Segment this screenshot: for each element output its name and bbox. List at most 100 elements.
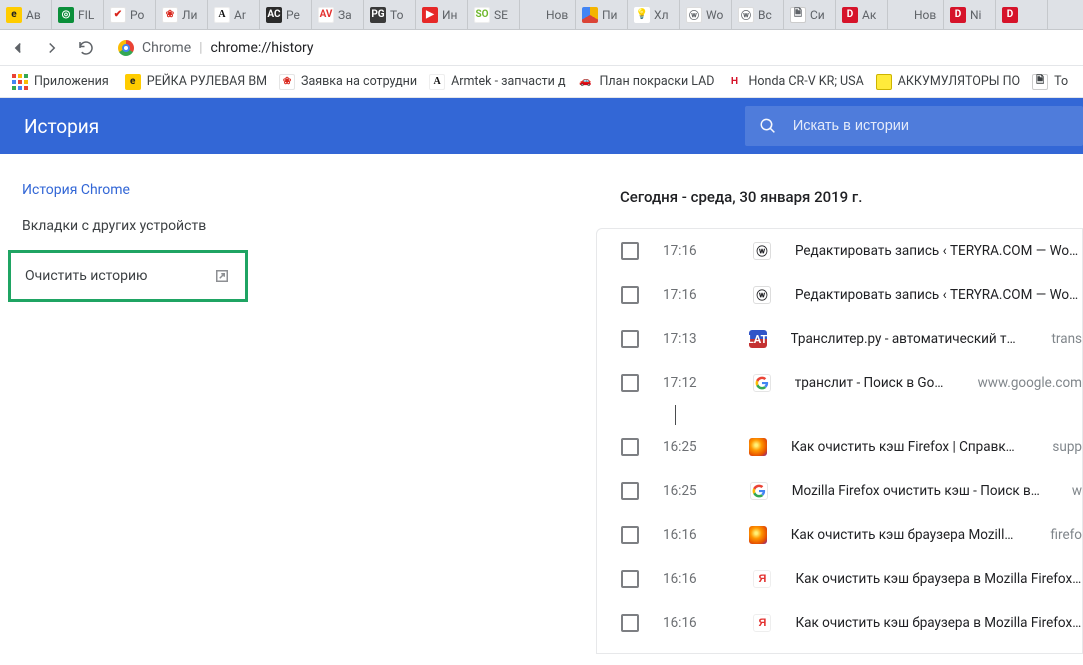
history-row[interactable]: 16:16ЯКак очистить кэш браузера в Mozill… [597,557,1082,601]
browser-tab[interactable]: ✔Ро [104,0,156,29]
bookmarks-bar: Приложения eРЕЙКА РУЛЕВАЯ BM❀Заявка на с… [0,66,1083,98]
row-title: Как очистить кэш браузера в Mozilla Fire… [795,571,1082,587]
tab-title: Пи [602,8,618,22]
browser-tab[interactable]: ❀Ли [156,0,208,29]
browser-tab[interactable]: 🗎Си [784,0,836,29]
tab-favicon: ⓦ [686,7,702,23]
bookmark-item[interactable]: АККУМУЛЯТОРЫ ПО [870,74,1026,90]
forward-button[interactable] [40,36,64,60]
tab-title: FIL [78,8,94,22]
row-checkbox[interactable] [621,614,639,632]
address-path: chrome://history [211,40,314,56]
row-favicon: Я [753,614,771,632]
history-list: 17:16 ⓦ Редактировать запись ‹ TERYRA.COM … [596,228,1083,654]
bookmark-item[interactable]: ❀Заявка на сотрудни [273,74,423,90]
browser-tab[interactable]: 💡Хл [628,0,680,29]
address-separator: | [199,40,202,56]
bookmark-favicon: 🗎 [1032,74,1048,90]
row-checkbox[interactable] [621,242,639,260]
row-time: 16:16 [663,527,725,543]
browser-tab[interactable]: Новая [888,0,944,29]
browser-tab[interactable]: DNi [944,0,996,29]
arrow-right-icon [43,39,61,57]
row-checkbox[interactable] [621,570,639,588]
history-row[interactable]: 16:16ЯКак очистить кэш браузера в Mozill… [597,601,1082,645]
row-checkbox[interactable] [621,374,639,392]
back-button[interactable] [6,36,30,60]
browser-tab[interactable]: ◎ FIL [52,0,104,29]
arrow-left-icon [9,39,27,57]
history-row[interactable]: 17:16ⓦРедактировать запись ‹ TERYRA.COM … [597,273,1082,317]
bookmark-label: План покраски LAD [600,74,715,89]
date-heading: Сегодня - среда, 30 января 2019 г. [596,188,1083,228]
reload-button[interactable] [74,36,98,60]
row-time: 17:16 [663,243,729,259]
row-favicon [750,482,768,500]
row-favicon: ⓦ [753,286,771,304]
bookmark-item[interactable]: H Honda CR-V KR; USA [721,74,870,90]
browser-tab[interactable]: DАк [836,0,888,29]
browser-tab[interactable]: Новая [520,0,576,29]
history-search[interactable] [745,106,1083,146]
row-title: Как очистить кэш браузера в Mozilla Fire… [795,615,1082,631]
row-checkbox[interactable] [621,286,639,304]
row-domain: w [1072,483,1082,499]
bookmark-favicon: A [429,74,445,90]
browser-tab[interactable]: AAr [208,0,260,29]
bookmark-favicon: H [727,74,743,90]
address-bar[interactable]: Chrome | chrome://history [108,34,1077,62]
row-title: Mozilla Firefox очистить кэш - Поиск в G… [792,483,1040,499]
sidebar-item-clear-history[interactable]: Очистить историю [8,250,248,302]
tab-favicon: ◎ [58,7,74,23]
sidebar-item-other-devices[interactable]: Вкладки с других устройств [0,208,256,244]
history-row[interactable]: 16:25Mozilla Firefox очистить кэш - Поис… [597,469,1082,513]
bookmark-favicon: e [125,74,141,90]
row-title: Редактировать запись ‹ TERYRA.COM — Word… [795,243,1082,259]
browser-tab[interactable]: AVЗа [312,0,364,29]
tab-title: Хл [654,8,669,22]
browser-tab[interactable]: ▶ Ин [416,0,468,29]
tab-title: Ni [970,8,981,22]
row-title: Транслитер.ру - автоматический транслит [791,331,1020,347]
history-row[interactable]: 16:25Как очистить кэш Firefox | Справка … [597,425,1082,469]
row-checkbox[interactable] [621,438,639,456]
chrome-icon [118,40,134,56]
tab-title: Ин [442,8,457,22]
bookmark-item[interactable]: AArmtek - запчасти д [423,74,571,90]
bookmark-favicon: 🚗 [578,74,594,90]
row-checkbox[interactable] [621,482,639,500]
tab-title: Ре [286,8,300,22]
bookmark-item[interactable]: eРЕЙКА РУЛЕВАЯ BM [119,74,273,90]
history-row[interactable]: 17:12транслит - Поиск в Googlewww.google… [597,361,1082,405]
row-checkbox[interactable] [621,526,639,544]
row-favicon [749,526,767,544]
browser-tab[interactable]: ⓦВс [732,0,784,29]
row-favicon: ⓦ [753,242,771,260]
browser-tab[interactable]: ACРе [260,0,312,29]
browser-tab[interactable]: D [996,0,1048,29]
browser-tab[interactable]: ⓦ Wo [680,0,732,29]
row-title: Как очистить кэш браузера Mozilla Firefo… [791,527,1019,543]
bookmark-item[interactable]: 🗎To [1026,74,1074,90]
search-input[interactable] [793,118,1069,134]
tab-title: Ав [26,8,41,22]
bookmark-item[interactable]: 🚗 План покраски LAD [572,74,721,90]
tab-title: Новая [914,8,937,22]
browser-tab[interactable]: PGТо [364,0,416,29]
tab-title: За [338,8,352,22]
history-row[interactable]: 17:13LATТранслитер.ру - автоматический т… [597,317,1082,361]
row-checkbox[interactable] [621,330,639,348]
bookmark-favicon [876,74,892,90]
tab-title: Wo [706,8,723,22]
tab-title: Новая [546,8,569,22]
tab-title: SE [494,8,508,22]
bookmark-label: Honda CR-V KR; USA [749,74,864,89]
browser-tab[interactable]: SOSE [468,0,520,29]
sidebar-item-chrome-history[interactable]: История Chrome [0,172,256,208]
browser-tab[interactable]: eАв [0,0,52,29]
browser-tab[interactable]: Пи [576,0,628,29]
apps-button[interactable]: Приложения [6,74,115,90]
history-row[interactable]: 16:16 Как очистить кэш браузера Mozilla F… [597,513,1082,557]
history-row[interactable]: 17:16 ⓦ Редактировать запись ‹ TERYRA.COM … [597,229,1082,273]
tab-favicon: ▶ [422,7,438,23]
